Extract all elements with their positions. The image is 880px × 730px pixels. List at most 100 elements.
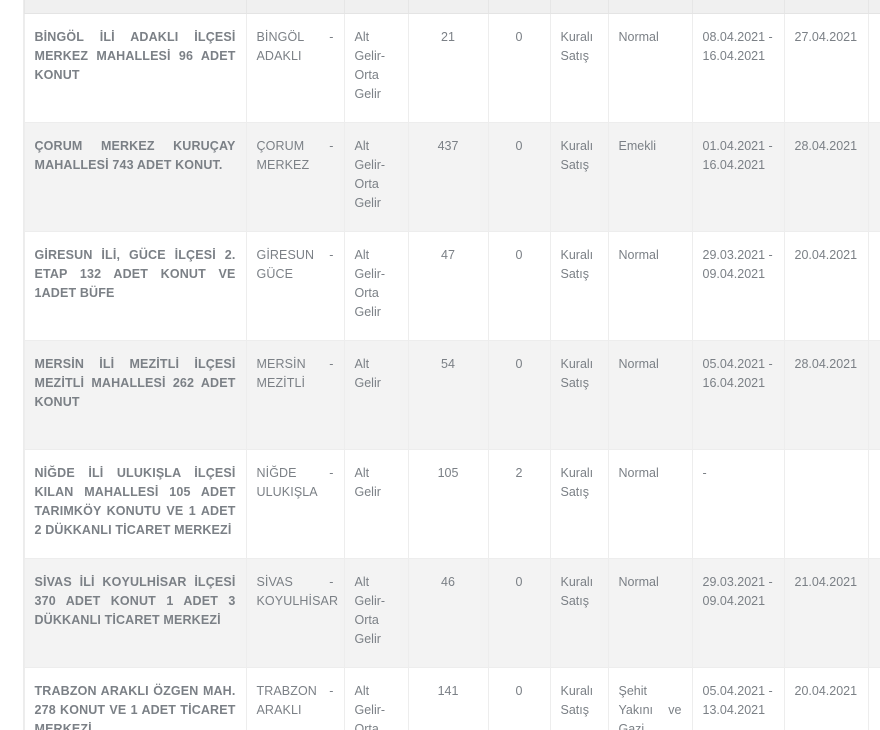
cell-income-group: Alt Gelir-Orta Gelir — [344, 667, 409, 730]
location-province: NİĞDE — [256, 465, 297, 480]
cell-shop-count: 0 — [488, 558, 551, 668]
location-separator: - — [329, 465, 334, 480]
cell-category: Normal — [608, 231, 693, 341]
cell-draw-date: 20.04.2021 — [784, 231, 869, 341]
cell-category: Normal — [608, 449, 693, 559]
cell-actions — [868, 449, 880, 559]
cell-sale-method: Kuralı Satış — [550, 231, 609, 341]
housing-projects-table-page: BİNGÖL İLİ ADAKLI İLÇESİ MERKEZ MAHALLES… — [0, 0, 880, 730]
location-separator: - — [329, 574, 334, 589]
header-cell-sale-method[interactable] — [550, 0, 609, 14]
table-row[interactable]: GİRESUN İLİ, GÜCE İLÇESİ 2. ETAP 132 ADE… — [0, 231, 880, 341]
location-district: KOYULHİSAR — [256, 593, 339, 608]
header-cell-actions — [868, 0, 880, 14]
cell-application-dates: 05.04.2021 - 13.04.2021 — [692, 667, 785, 730]
cell-location: NİĞDE - ULUKIŞLA — [246, 449, 345, 559]
header-cell-shop-count[interactable] — [488, 0, 551, 14]
header-cell-application-dates[interactable] — [692, 0, 785, 14]
header-cell-unit-count[interactable] — [408, 0, 489, 14]
cell-unit-count: 47 — [408, 231, 489, 341]
cell-category: Normal — [608, 558, 693, 668]
cell-draw-date: 28.04.2021 — [784, 340, 869, 450]
table-row[interactable]: SİVAS İLİ KOYULHİSAR İLÇESİ 370 ADET KON… — [0, 558, 880, 668]
location-separator: - — [329, 29, 334, 44]
header-cell-income-group[interactable] — [344, 0, 409, 14]
cell-sale-method: Kuralı Satış — [550, 558, 609, 668]
table-row[interactable]: NİĞDE İLİ ULUKIŞLA İLÇESİ KILAN MAHALLES… — [0, 449, 880, 559]
cell-location: GİRESUN - GÜCE — [246, 231, 345, 341]
header-cell-draw-date[interactable] — [784, 0, 869, 14]
cell-category: Emekli — [608, 122, 693, 232]
table-header-strip — [0, 0, 880, 14]
cell-location: TRABZON - ARAKLI — [246, 667, 345, 730]
cell-project-name: GİRESUN İLİ, GÜCE İLÇESİ 2. ETAP 132 ADE… — [24, 231, 247, 341]
cell-unit-count: 54 — [408, 340, 489, 450]
cell-category: Şehit Yakını ve Gazi, Engelli, Normal — [608, 667, 693, 730]
cell-application-dates: 05.04.2021 - 16.04.2021 — [692, 340, 785, 450]
cell-application-dates: 01.04.2021 - 16.04.2021 — [692, 122, 785, 232]
table-scroll-container[interactable]: BİNGÖL İLİ ADAKLI İLÇESİ MERKEZ MAHALLES… — [0, 0, 880, 730]
cell-draw-date — [784, 449, 869, 559]
cell-draw-date: 28.04.2021 — [784, 122, 869, 232]
table-row[interactable]: MERSİN İLİ MEZİTLİ İLÇESİ MEZİTLİ MAHALL… — [0, 340, 880, 450]
location-district: MEZİTLİ — [256, 375, 306, 390]
cell-project-name: BİNGÖL İLİ ADAKLI İLÇESİ MERKEZ MAHALLES… — [24, 13, 247, 123]
location-province: BİNGÖL — [256, 29, 304, 44]
cell-shop-count: 0 — [488, 122, 551, 232]
cell-project-name: ÇORUM MERKEZ KURUÇAY MAHALLESİ 743 ADET … — [24, 122, 247, 232]
cell-location: SİVAS - KOYULHİSAR — [246, 558, 345, 668]
cell-application-dates: - — [692, 449, 785, 559]
cell-unit-count: 21 — [408, 13, 489, 123]
cell-application-dates: 29.03.2021 - 09.04.2021 — [692, 231, 785, 341]
table-row[interactable]: TRABZON ARAKLI ÖZGEN MAH. 278 KONUT VE 1… — [0, 667, 880, 730]
cell-shop-count: 2 — [488, 449, 551, 559]
cell-unit-count: 141 — [408, 667, 489, 730]
location-separator: - — [329, 138, 334, 153]
location-district: GÜCE — [256, 266, 294, 281]
header-cell-category[interactable] — [608, 0, 693, 14]
cell-income-group: Alt Gelir-Orta Gelir — [344, 122, 409, 232]
location-district: ADAKLI — [256, 48, 302, 63]
header-cell-location[interactable] — [246, 0, 345, 14]
cell-sale-method: Kuralı Satış — [550, 122, 609, 232]
cell-income-group: Alt Gelir-Orta Gelir — [344, 231, 409, 341]
header-cell-project[interactable] — [24, 0, 247, 14]
cell-actions — [868, 13, 880, 123]
table-row[interactable]: BİNGÖL İLİ ADAKLI İLÇESİ MERKEZ MAHALLES… — [0, 13, 880, 123]
location-district: ARAKLI — [256, 702, 302, 717]
table-body: BİNGÖL İLİ ADAKLI İLÇESİ MERKEZ MAHALLES… — [0, 0, 880, 730]
cell-income-group: Alt Gelir-Orta Gelir — [344, 558, 409, 668]
location-separator: - — [329, 356, 334, 371]
location-separator: - — [329, 247, 334, 262]
location-province: GİRESUN — [256, 247, 315, 262]
cell-location: MERSİN - MEZİTLİ — [246, 340, 345, 450]
cell-income-group: Alt Gelir-Orta Gelir — [344, 13, 409, 123]
cell-actions — [868, 340, 880, 450]
cell-location: BİNGÖL - ADAKLI — [246, 13, 345, 123]
location-province: MERSİN — [256, 356, 306, 371]
cell-draw-date: 27.04.2021 — [784, 13, 869, 123]
table-row[interactable]: ÇORUM MERKEZ KURUÇAY MAHALLESİ 743 ADET … — [0, 122, 880, 232]
cell-sale-method: Kuralı Satış — [550, 13, 609, 123]
cell-sale-method: Kuralı Satış — [550, 667, 609, 730]
cell-shop-count: 0 — [488, 667, 551, 730]
cell-actions — [868, 122, 880, 232]
cell-unit-count: 437 — [408, 122, 489, 232]
cell-category: Normal — [608, 340, 693, 450]
location-province: TRABZON — [256, 683, 317, 698]
cell-income-group: Alt Gelir — [344, 340, 409, 450]
location-separator: - — [329, 683, 334, 698]
cell-project-name: TRABZON ARAKLI ÖZGEN MAH. 278 KONUT VE 1… — [24, 667, 247, 730]
cell-actions — [868, 667, 880, 730]
cell-shop-count: 0 — [488, 231, 551, 341]
cell-draw-date: 20.04.2021 — [784, 667, 869, 730]
cell-actions — [868, 558, 880, 668]
left-gutter — [0, 0, 24, 730]
location-district: MERKEZ — [256, 157, 310, 172]
cell-unit-count: 46 — [408, 558, 489, 668]
cell-project-name: SİVAS İLİ KOYULHİSAR İLÇESİ 370 ADET KON… — [24, 558, 247, 668]
cell-sale-method: Kuralı Satış — [550, 449, 609, 559]
cell-location: ÇORUM - MERKEZ — [246, 122, 345, 232]
cell-unit-count: 105 — [408, 449, 489, 559]
location-district: ULUKIŞLA — [256, 484, 318, 499]
